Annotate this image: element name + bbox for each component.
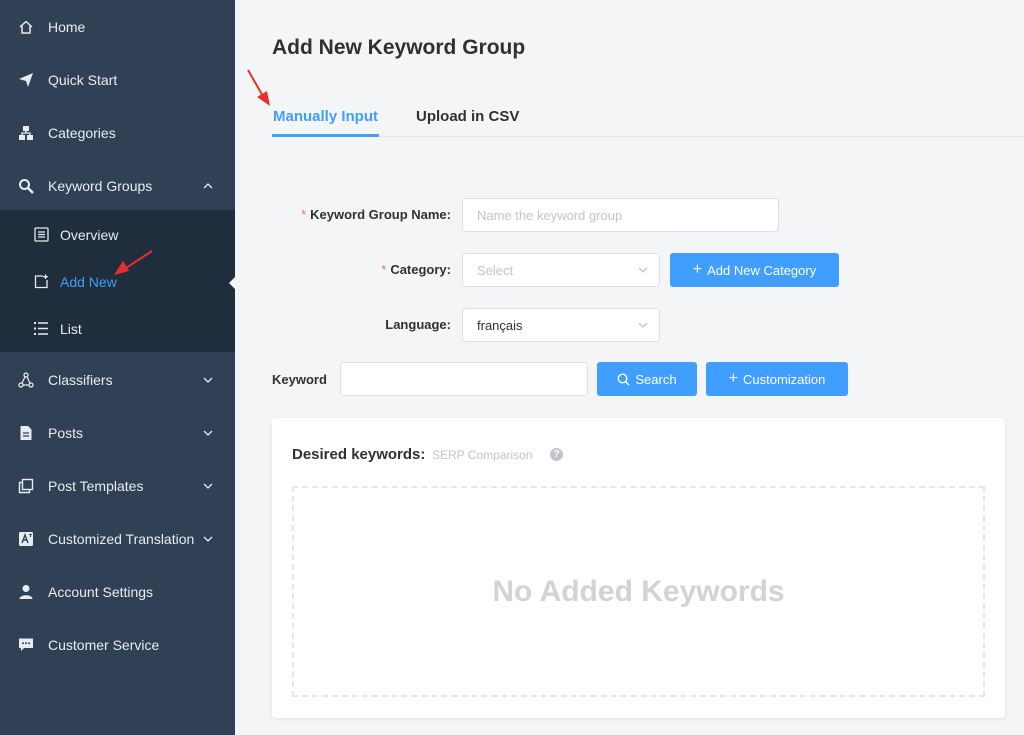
- nav-item-classifiers[interactable]: Classifiers: [0, 353, 235, 406]
- sitemap-icon: [16, 123, 36, 143]
- chevron-down-icon: [637, 319, 649, 331]
- submenu-label-list: List: [60, 320, 82, 337]
- customization-button[interactable]: + Customization: [706, 362, 848, 396]
- plus-icon: +: [728, 370, 738, 387]
- chevron-down-icon: [201, 373, 215, 387]
- plus-icon: +: [692, 261, 703, 278]
- submenu-label-add-new: Add New: [60, 273, 117, 290]
- group-name-placeholder: Name the keyword group: [477, 207, 623, 223]
- add-category-label: Add New Category: [707, 262, 817, 278]
- group-name-label-text: Keyword Group Name:: [310, 207, 451, 222]
- search-icon: [617, 372, 630, 386]
- nav-item-home[interactable]: Home: [0, 0, 235, 53]
- question-icon[interactable]: ?: [550, 448, 563, 461]
- group-name-label: * Keyword Group Name:: [290, 207, 451, 222]
- tabs-divider: [272, 136, 1024, 137]
- submenu-label-overview: Overview: [60, 226, 119, 243]
- card-title: Desired keywords:: [292, 446, 426, 463]
- nav-label-account-settings: Account Settings: [48, 583, 154, 600]
- nav-item-customer-service[interactable]: Customer Service: [0, 618, 235, 671]
- nav-label-classifiers: Classifiers: [48, 371, 113, 388]
- translate-icon: [16, 529, 36, 549]
- add-page-icon: [32, 273, 50, 291]
- empty-state-text: No Added Keywords: [492, 574, 785, 608]
- nav-item-keyword-groups[interactable]: Keyword Groups: [0, 159, 235, 212]
- category-placeholder: Select: [477, 262, 514, 278]
- page-title: Add New Keyword Group: [272, 36, 526, 59]
- nav-label-categories: Categories: [48, 124, 116, 141]
- chevron-down-icon: [201, 532, 215, 546]
- nav-label-customer-service: Customer Service: [48, 636, 160, 653]
- copy-icon: [16, 476, 36, 496]
- category-select[interactable]: Select: [462, 253, 660, 287]
- serp-comparison-link[interactable]: SERP Comparison: [432, 448, 533, 462]
- search-button[interactable]: Search: [597, 362, 697, 396]
- chevron-up-icon: [201, 179, 215, 193]
- paper-plane-icon: [16, 70, 36, 90]
- desired-keywords-card: Desired keywords: SERP Comparison ? No A…: [272, 418, 1005, 718]
- active-tab-underline: [272, 134, 379, 137]
- add-category-button[interactable]: + Add New Category: [670, 253, 839, 287]
- list-box-icon: [32, 226, 50, 244]
- submenu-item-list[interactable]: List: [0, 305, 235, 352]
- category-label: * Category:: [340, 262, 451, 277]
- user-icon: [16, 582, 36, 602]
- file-icon: [16, 423, 36, 443]
- home-icon: [16, 17, 36, 37]
- keywords-dropzone: No Added Keywords: [292, 486, 985, 697]
- network-icon: [16, 370, 36, 390]
- submenu-item-add-new[interactable]: Add New: [0, 258, 235, 305]
- nav-item-customized-translation[interactable]: Customized Translation: [0, 512, 235, 565]
- keyword-label: Keyword: [272, 372, 327, 387]
- active-indicator: [229, 276, 236, 290]
- chevron-down-icon: [201, 426, 215, 440]
- required-mark: *: [301, 207, 307, 222]
- chevron-down-icon: [201, 479, 215, 493]
- nav-item-categories[interactable]: Categories: [0, 106, 235, 159]
- nav-label-keyword-groups: Keyword Groups: [48, 177, 153, 194]
- group-name-input[interactable]: Name the keyword group: [462, 198, 779, 232]
- customization-label: Customization: [742, 371, 826, 387]
- sidebar: Home Quick Start Categories Keyword Grou…: [0, 0, 235, 735]
- nav-item-posts[interactable]: Posts: [0, 406, 235, 459]
- keyword-input[interactable]: [340, 362, 588, 396]
- keyword-groups-submenu: Overview Add New List: [0, 210, 235, 352]
- tab-upload-csv[interactable]: Upload in CSV: [416, 108, 519, 125]
- nav-label-post-templates: Post Templates: [48, 477, 144, 494]
- annotation-arrow-tab: [247, 69, 270, 106]
- nav-label-quick-start: Quick Start: [48, 71, 118, 88]
- nav-item-account-settings[interactable]: Account Settings: [0, 565, 235, 618]
- nav-label-posts: Posts: [48, 424, 84, 441]
- language-select[interactable]: français: [462, 308, 660, 342]
- nav-label-customized-translation: Customized Translation: [48, 530, 195, 547]
- tab-manually-input[interactable]: Manually Input: [273, 108, 378, 125]
- language-value: français: [477, 317, 523, 333]
- nav-item-post-templates[interactable]: Post Templates: [0, 459, 235, 512]
- nav-label-home: Home: [48, 18, 86, 35]
- search-label: Search: [635, 371, 677, 387]
- category-label-text: Category:: [390, 262, 451, 277]
- submenu-item-overview[interactable]: Overview: [0, 211, 235, 258]
- chat-icon: [16, 635, 36, 655]
- required-mark: *: [381, 262, 387, 277]
- magnifier-icon: [16, 176, 36, 196]
- language-label: Language:: [385, 317, 451, 332]
- nav-item-quick-start[interactable]: Quick Start: [0, 53, 235, 106]
- chevron-down-icon: [637, 264, 649, 276]
- list-icon: [32, 320, 50, 338]
